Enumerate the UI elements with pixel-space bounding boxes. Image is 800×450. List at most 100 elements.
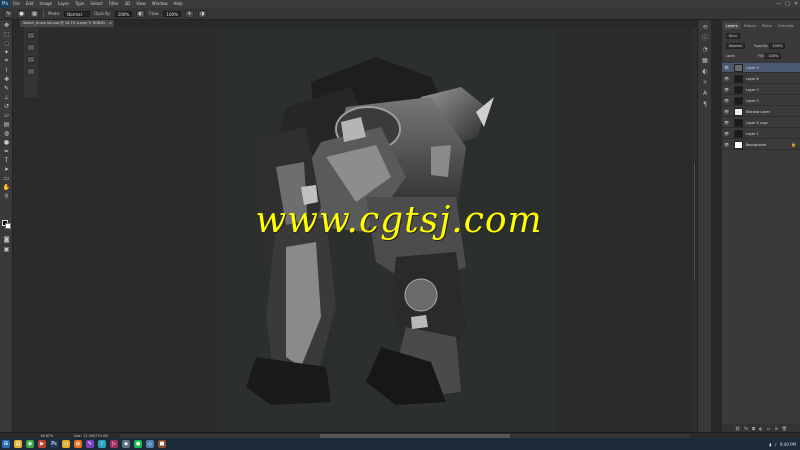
layer-row[interactable]: 👁 Layer 2 (722, 96, 800, 106)
tab-layers[interactable]: Layers (724, 23, 740, 29)
eye-icon[interactable]: 👁 (724, 98, 729, 103)
layer-name[interactable]: Layer 1 (746, 129, 759, 139)
hand-tool-icon[interactable]: ✋ (2, 183, 11, 191)
layer-opacity-input[interactable]: 100% (769, 43, 786, 49)
menu-filter[interactable]: Filter (106, 0, 122, 8)
paragraph-icon[interactable]: ¶ (701, 101, 709, 108)
menu-3d[interactable]: 3D (122, 0, 134, 8)
kind-filter-select[interactable]: Kind (726, 33, 740, 39)
airbrush-icon[interactable]: ✈ (184, 9, 194, 18)
clone-stamp-tool-icon[interactable]: ⊥ (2, 93, 11, 101)
eye-icon[interactable]: 👁 (724, 76, 729, 81)
new-icon[interactable]: ⊞ (774, 426, 777, 431)
chrome-icon[interactable]: ◉ (26, 440, 34, 448)
layer-row[interactable]: 👁 Layer 6 copy (722, 118, 800, 128)
quick-mask-icon[interactable]: ◙ (2, 235, 11, 243)
layer-row[interactable]: 👁 Background 🔒 (722, 140, 800, 150)
blend-mode-select[interactable]: Normal (726, 43, 745, 49)
app2-icon[interactable]: ◇ (146, 440, 154, 448)
menu-type[interactable]: Type (72, 0, 87, 8)
info-icon[interactable]: ⓘ (701, 35, 709, 42)
eyedropper-tool-icon[interactable]: ⌇ (2, 66, 11, 74)
flow-input[interactable]: 100% (163, 10, 181, 17)
eye-icon[interactable]: 👁 (724, 65, 729, 70)
adjust-icon[interactable]: ◐ (759, 426, 763, 431)
tab-paths[interactable]: Paths (760, 23, 774, 29)
move-tool-icon[interactable]: ✥ (2, 21, 11, 29)
lasso-tool-icon[interactable]: ◌ (2, 39, 11, 47)
minimize-button[interactable]: — (776, 1, 781, 7)
character-icon[interactable]: A (701, 90, 709, 97)
menu-file[interactable]: File (10, 0, 23, 8)
menu-layer[interactable]: Layer (55, 0, 72, 8)
blur-tool-icon[interactable]: ◍ (2, 129, 11, 137)
photoshop-icon[interactable]: Ps (50, 440, 58, 448)
music-icon[interactable]: ♪ (98, 440, 106, 448)
folder-icon[interactable]: ▭ (62, 440, 70, 448)
eraser-tool-icon[interactable]: ▱ (2, 111, 11, 119)
screen-mode-icon[interactable]: ▣ (2, 245, 11, 253)
gradient-tool-icon[interactable]: ▤ (2, 120, 11, 128)
video-icon[interactable]: ▷ (110, 440, 118, 448)
eye-icon[interactable]: 👁 (724, 131, 729, 136)
quick-select-tool-icon[interactable]: ✦ (2, 48, 11, 56)
layer-fill-input[interactable]: 100% (765, 53, 782, 59)
layer-row[interactable]: 👁 Layer 3 (722, 85, 800, 95)
brush-presets-icon[interactable] (27, 32, 35, 39)
app-icon[interactable]: ◆ (122, 440, 130, 448)
layer-row[interactable]: 👁 Layer 1 (722, 129, 800, 139)
opacity-input[interactable]: 100% (114, 10, 133, 17)
paint-icon[interactable]: ✎ (86, 440, 94, 448)
link-icon[interactable]: ⛓ (735, 426, 740, 431)
menu-image[interactable]: Image (36, 0, 55, 8)
layer-row[interactable]: 👁 Layer 8 (722, 74, 800, 84)
clock[interactable]: 9:40 PM (780, 442, 796, 447)
network-icon[interactable]: ▮ (769, 442, 771, 447)
dodge-tool-icon[interactable]: ● (2, 138, 11, 146)
eye-icon[interactable]: 👁 (724, 120, 729, 125)
menu-help[interactable]: Help (170, 0, 185, 8)
close-button[interactable]: ✕ (794, 1, 798, 7)
windows-icon[interactable]: ⊞ (2, 440, 10, 448)
brush-tool-icon[interactable]: ✎ (2, 84, 11, 92)
background-color-swatch[interactable] (5, 223, 11, 229)
layer-name[interactable]: Layer 3 (746, 85, 759, 95)
brush-size-icon[interactable]: ● (17, 9, 26, 18)
explorer-icon[interactable]: ▤ (14, 440, 22, 448)
mode-select[interactable]: Normal (64, 10, 91, 17)
eye-icon[interactable]: 👁 (724, 87, 729, 92)
clone-source-icon[interactable] (27, 44, 35, 51)
folder-icon[interactable]: ▭ (767, 426, 771, 431)
layer-name[interactable]: Layer 6 copy (746, 118, 768, 128)
crop-tool-icon[interactable]: ⌗ (2, 57, 11, 65)
tab-channels[interactable]: Channels (776, 23, 796, 29)
brush-panel-icon[interactable]: ▦ (30, 9, 39, 18)
layer-name[interactable]: Layer 2 (746, 96, 759, 106)
history-icon[interactable]: ⟲ (701, 24, 709, 31)
trash-icon[interactable]: 🗑 (782, 426, 787, 431)
type-tool-icon[interactable]: T (2, 156, 11, 164)
eye-icon[interactable]: 👁 (724, 142, 729, 147)
pressure-opacity-icon[interactable]: ◐ (136, 9, 146, 18)
healing-tool-icon[interactable]: ✚ (2, 75, 11, 83)
fx-icon[interactable]: fx (744, 426, 748, 431)
swatch-icon[interactable]: ▦ (701, 57, 709, 64)
layer-name[interactable]: Shadow Layer (746, 107, 770, 117)
menu-edit[interactable]: Edit (23, 0, 37, 8)
layer-row[interactable]: 👁 Shadow Layer (722, 107, 800, 117)
styles-icon[interactable]: ✧ (701, 79, 709, 86)
layer-name[interactable]: Background (746, 140, 766, 150)
zoom-tool-icon[interactable]: ⚲ (2, 192, 11, 200)
layer-name[interactable]: Layer 9 (746, 63, 759, 73)
firefox-icon[interactable]: ◍ (74, 440, 82, 448)
color-icon[interactable]: ◔ (701, 46, 709, 53)
mask-icon[interactable]: ◘ (752, 426, 755, 431)
menu-view[interactable]: View (133, 0, 149, 8)
adjustments-icon[interactable]: ◐ (701, 68, 709, 75)
swatches-icon[interactable] (27, 56, 35, 63)
media-icon[interactable]: ▶ (38, 440, 46, 448)
document-tab-close[interactable]: × (109, 20, 112, 27)
document-tab[interactable]: Sketch_Brush full.psd @ 16.7% (Layer 9, … (20, 20, 114, 27)
shape-tool-icon[interactable]: ▭ (2, 174, 11, 182)
menu-window[interactable]: Window (149, 0, 171, 8)
